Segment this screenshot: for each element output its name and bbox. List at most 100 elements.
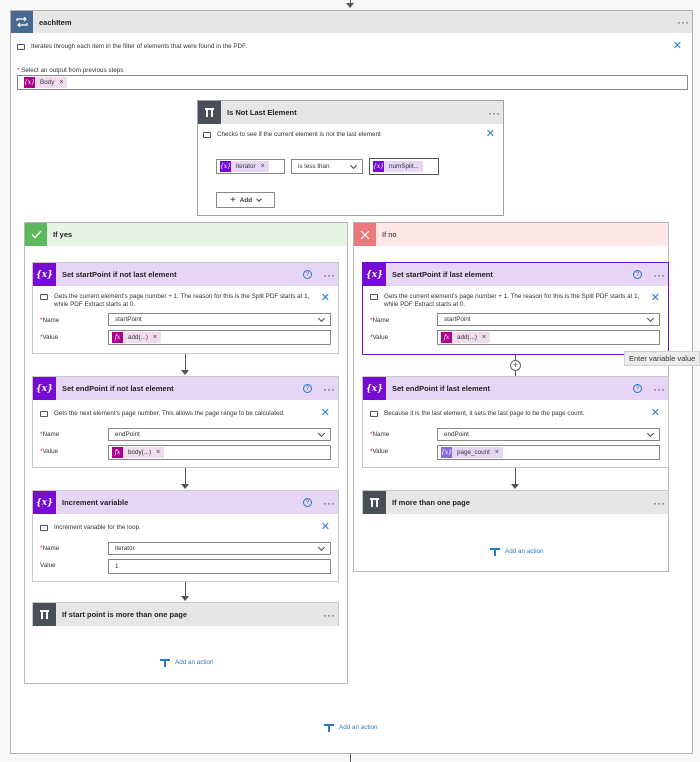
help-icon[interactable]: ?	[633, 384, 642, 393]
action-description: Gets the current element's page number +…	[370, 293, 642, 309]
expression-token[interactable]: fx add(...) ×	[112, 332, 162, 343]
close-icon[interactable]: ✕	[651, 293, 660, 304]
cross-icon	[354, 223, 376, 246]
add-action-button[interactable]: Add an action	[160, 658, 214, 667]
more-icon[interactable]: ···	[320, 269, 338, 281]
add-action-button[interactable]: Add an action	[324, 723, 378, 732]
close-icon[interactable]: ✕	[321, 293, 330, 304]
more-icon[interactable]: ···	[320, 497, 338, 509]
variable-icon: {x}	[33, 491, 56, 514]
condition-right-operand[interactable]: {x} numSplit...	[369, 158, 439, 175]
variable-token[interactable]: {x} page_count ×	[441, 447, 504, 458]
close-icon[interactable]: ✕	[673, 41, 682, 52]
comment-icon	[40, 525, 48, 531]
value-input[interactable]: fx body(...) ×	[108, 445, 331, 460]
condition-operator-select[interactable]: is less than	[291, 159, 363, 174]
help-icon[interactable]: ?	[303, 498, 312, 507]
condition-left-operand[interactable]: {x} iterator ×	[216, 159, 285, 174]
action-title[interactable]: Set startPoint if not last element	[62, 270, 303, 279]
action-description: Increment variable for the loop.	[40, 524, 312, 532]
variable-icon: {x}	[33, 263, 56, 286]
insert-step-plus-icon[interactable]: +	[510, 360, 521, 371]
condition-add-button[interactable]: + Add	[216, 192, 275, 208]
more-icon[interactable]: ···	[650, 497, 668, 509]
loop-title[interactable]: eachItem	[39, 18, 674, 27]
numsplit-token[interactable]: {x} numSplit...	[373, 161, 423, 172]
value-input[interactable]: {x} page_count ×	[437, 445, 660, 460]
select-output-field[interactable]: {x} Body ×	[17, 75, 688, 90]
action-description: Because it is the last element, it sets …	[370, 410, 642, 418]
variable-icon: {x}	[219, 161, 232, 172]
iterator-token[interactable]: {x} iterator ×	[220, 161, 269, 172]
name-select[interactable]: endPoint	[437, 428, 660, 441]
comment-icon	[40, 294, 48, 300]
variable-icon: {x}	[33, 377, 56, 400]
add-action-icon	[490, 547, 500, 556]
condition-title[interactable]: Is Not Last Element	[227, 108, 485, 117]
expression-token[interactable]: fx add(...) ×	[441, 332, 491, 343]
more-icon[interactable]: ···	[320, 609, 338, 621]
condition-action-card: If start point is more than one page ···	[32, 602, 339, 626]
chevron-down-icon	[256, 195, 262, 202]
comment-icon	[203, 132, 211, 138]
name-label: *Name	[40, 317, 60, 324]
condition-more-icon[interactable]: ···	[485, 107, 503, 119]
value-input[interactable]: fx add(...) ×	[437, 330, 660, 345]
name-label: *Name	[40, 545, 60, 552]
name-label: *Name	[40, 431, 60, 438]
loop-more-icon[interactable]: ···	[674, 16, 692, 28]
close-icon[interactable]: ✕	[321, 522, 330, 533]
name-label: *Name	[370, 431, 390, 438]
help-icon[interactable]: ?	[633, 270, 642, 279]
if-yes-label: If yes	[53, 230, 73, 239]
value-input[interactable]: 1	[108, 559, 331, 574]
connector	[515, 468, 516, 485]
value-label: *Value	[370, 448, 389, 455]
name-select[interactable]: endPoint	[108, 428, 331, 441]
close-icon[interactable]: ✕	[651, 408, 660, 419]
add-action-button[interactable]: Add an action	[490, 547, 544, 556]
connector	[185, 582, 186, 597]
condition-card: Is Not Last Element ··· Checks to see if…	[197, 100, 504, 216]
name-select[interactable]: startPoint	[108, 313, 331, 326]
action-title[interactable]: Set endPoint if not last element	[62, 384, 303, 393]
token-remove-icon: ×	[260, 163, 265, 170]
action-title[interactable]: If start point is more than one page	[62, 610, 320, 619]
body-token[interactable]: {x} Body ×	[23, 77, 68, 88]
select-output-label: * Select an output from previous steps	[17, 67, 124, 74]
variable-icon: {x}	[372, 161, 385, 172]
if-no-label: If no	[382, 230, 397, 239]
action-title[interactable]: If more than one page	[392, 498, 650, 507]
name-select[interactable]: iterator	[108, 542, 331, 555]
more-icon[interactable]: ···	[650, 269, 668, 281]
fx-icon: fx	[112, 332, 123, 343]
fx-icon: fx	[441, 332, 452, 343]
condition-action-card: If more than one page ···	[362, 490, 669, 514]
value-label: *Value	[40, 334, 59, 341]
help-icon[interactable]: ?	[303, 384, 312, 393]
expression-token[interactable]: fx body(...) ×	[112, 447, 165, 458]
action-card-selected: {x} Set startPoint if last element ? ···…	[362, 262, 669, 355]
value-input[interactable]: fx add(...) ×	[108, 330, 331, 345]
action-title[interactable]: Set startPoint if last element	[392, 270, 633, 279]
condition-icon	[33, 603, 56, 626]
token-remove-icon: ×	[481, 334, 487, 341]
loop-description: Iterates through each item in the filter…	[17, 43, 247, 51]
close-icon[interactable]: ✕	[486, 129, 495, 140]
help-icon[interactable]: ?	[303, 270, 312, 279]
expression-icon: {x}	[23, 77, 36, 88]
fx-icon: fx	[112, 447, 123, 458]
more-icon[interactable]: ···	[650, 383, 668, 395]
connector-arrow	[511, 484, 519, 489]
condition-icon	[363, 491, 386, 514]
close-icon[interactable]: ✕	[321, 408, 330, 419]
variable-icon: {x}	[363, 263, 386, 286]
variable-icon: {x}	[363, 377, 386, 400]
action-title[interactable]: Increment variable	[62, 498, 303, 507]
more-icon[interactable]: ···	[320, 383, 338, 395]
action-title[interactable]: Set endPoint if last element	[392, 384, 633, 393]
action-card: {x} Increment variable ? ··· Increment v…	[32, 490, 339, 582]
value-label: *Value	[40, 448, 59, 455]
name-select[interactable]: startPoint	[437, 313, 660, 326]
comment-icon	[40, 411, 48, 417]
